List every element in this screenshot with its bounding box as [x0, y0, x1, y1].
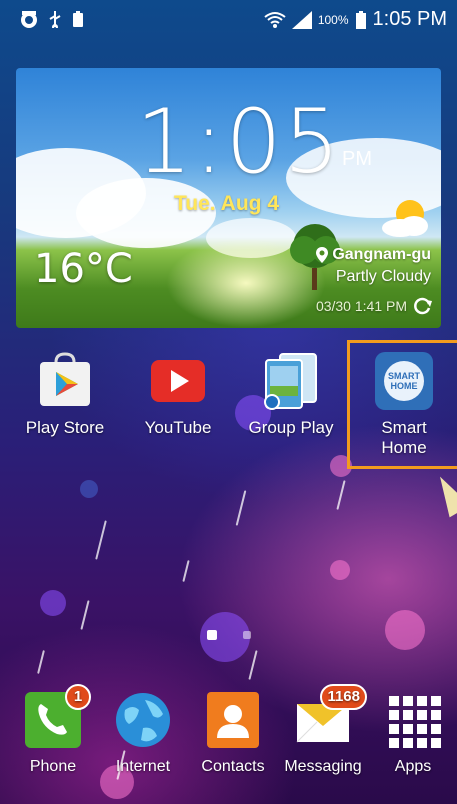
smart-home-icon: SMART HOME — [375, 352, 433, 410]
battery-full-notification-icon — [73, 11, 83, 27]
app-label: YouTube — [144, 418, 212, 437]
widget-location[interactable]: Gangnam-gu — [316, 246, 431, 264]
widget-temperature: 16°C — [34, 246, 133, 292]
location-pin-icon — [316, 247, 329, 263]
phone-icon: 1 — [23, 684, 91, 750]
widget-date: Tue. Aug 4 — [174, 192, 279, 215]
youtube-icon — [149, 352, 207, 410]
widget-condition: Partly Cloudy — [335, 268, 431, 285]
location-label: Gangnam-gu — [332, 246, 431, 263]
app-play-store[interactable]: Play Store — [15, 352, 115, 438]
page-dot[interactable] — [242, 631, 251, 639]
partly-cloudy-icon — [382, 200, 428, 237]
app-label: Phone — [29, 758, 77, 775]
globe-icon — [113, 690, 173, 750]
dock-internet[interactable]: Internet — [98, 690, 188, 776]
contacts-icon — [203, 690, 263, 750]
status-bar: 100% 1:05 PM — [0, 0, 457, 40]
dock-apps[interactable]: Apps — [368, 690, 457, 776]
play-store-icon — [36, 352, 94, 410]
battery-icon — [355, 10, 366, 29]
widget-ampm: PM — [342, 148, 372, 170]
phone-badge: 1 — [65, 684, 91, 710]
widget-clock: 1:05 — [136, 90, 342, 193]
app-label: Smart Home — [381, 418, 427, 457]
app-smart-home[interactable]: SMART HOME Smart Home — [354, 352, 454, 458]
app-group-play[interactable]: Group Play — [241, 352, 341, 438]
smart-home-icon-text: SMART HOME — [384, 361, 424, 401]
wifi-icon — [264, 11, 286, 28]
apps-grid-icon — [383, 690, 443, 750]
clock-weather-widget[interactable]: 1:05 PM Tue. Aug 4 16°C Gangnam-gu Partl… — [16, 68, 441, 328]
dock-messaging[interactable]: 1168 Messaging — [278, 684, 368, 776]
app-label: Messaging — [284, 758, 362, 775]
app-label: Contacts — [201, 758, 265, 775]
widget-updated-time: 03/30 1:41 PM — [315, 298, 407, 314]
group-play-icon — [262, 352, 320, 410]
page-indicator[interactable] — [0, 630, 457, 640]
page-dot-active[interactable] — [206, 630, 217, 640]
messaging-badge: 1168 — [320, 684, 367, 710]
status-time: 1:05 PM — [372, 8, 447, 30]
app-label: Internet — [115, 758, 171, 775]
usb-icon — [49, 11, 61, 28]
battery-percent: 100% — [317, 12, 349, 27]
app-label: Apps — [394, 758, 432, 775]
messaging-icon: 1168 — [293, 684, 367, 750]
app-label: Group Play — [248, 418, 334, 437]
dock-phone[interactable]: 1 Phone — [8, 684, 98, 776]
signal-icon — [291, 10, 312, 29]
carrier-logo-icon — [21, 11, 37, 28]
refresh-icon[interactable] — [413, 296, 433, 316]
dock-contacts[interactable]: Contacts — [188, 690, 278, 776]
app-label: Play Store — [25, 418, 105, 437]
app-youtube[interactable]: YouTube — [128, 352, 228, 438]
